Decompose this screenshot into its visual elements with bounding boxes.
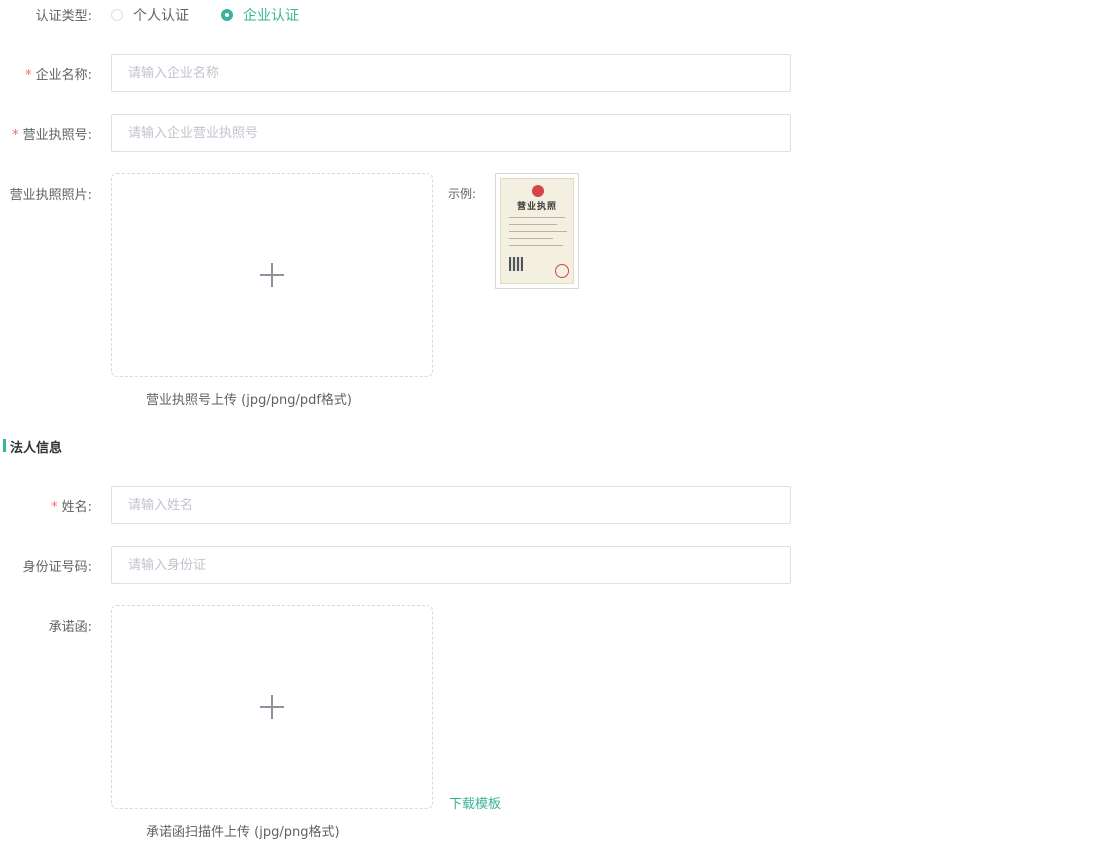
plus-icon <box>260 263 284 287</box>
radio-enterprise-label: 企业认证 <box>243 8 299 24</box>
license-photo-label: 营业执照照片: <box>9 188 92 203</box>
qr-code-icon <box>509 257 523 271</box>
id-no-label: 身份证号码: <box>22 560 92 575</box>
company-name-label: * 企业名称: <box>25 64 92 83</box>
license-no-label-text: 营业执照号: <box>22 128 92 143</box>
example-label: 示例: <box>448 187 477 201</box>
letter-upload[interactable] <box>111 605 433 809</box>
id-no-input[interactable] <box>112 547 768 583</box>
license-example-image[interactable]: 营业执照 <box>495 173 579 289</box>
letter-label: 承诺函: <box>48 620 92 635</box>
seal-icon <box>555 264 569 278</box>
section-accent-bar <box>3 439 6 452</box>
legal-name-label: * 姓名: <box>51 496 92 515</box>
license-no-label: * 营业执照号: <box>12 124 92 143</box>
license-no-field <box>111 114 791 152</box>
license-example-thumbnail: 营业执照 <box>500 178 574 284</box>
national-emblem-icon <box>532 185 544 197</box>
company-name-input[interactable] <box>112 55 768 91</box>
legal-name-field <box>111 486 791 524</box>
license-example-title: 营业执照 <box>516 202 557 212</box>
company-name-field <box>111 54 791 92</box>
legal-name-label-text: 姓名: <box>61 500 92 515</box>
letter-upload-hint: 承诺函扫描件上传 (jpg/png格式) <box>146 825 340 840</box>
license-no-input[interactable] <box>112 115 768 151</box>
radio-personal-label: 个人认证 <box>133 8 189 24</box>
legal-name-input[interactable] <box>112 487 768 523</box>
radio-checked-icon[interactable] <box>221 9 233 21</box>
id-no-field <box>111 546 791 584</box>
radio-personal[interactable]: 个人认证 <box>111 5 189 25</box>
required-mark: * <box>25 68 32 83</box>
required-mark: * <box>12 128 19 143</box>
plus-icon <box>260 695 284 719</box>
radio-circle-icon[interactable] <box>111 9 123 21</box>
license-upload-hint: 营业执照号上传 (jpg/png/pdf格式) <box>146 393 352 408</box>
required-mark: * <box>51 500 58 515</box>
legal-section-title: 法人信息 <box>10 441 63 456</box>
download-template-link[interactable]: 下载模板 <box>449 793 501 812</box>
company-name-label-text: 企业名称: <box>35 68 92 83</box>
cert-type-label: 认证类型: <box>35 9 92 24</box>
license-photo-upload[interactable] <box>111 173 433 377</box>
radio-enterprise[interactable]: 企业认证 <box>221 5 299 25</box>
